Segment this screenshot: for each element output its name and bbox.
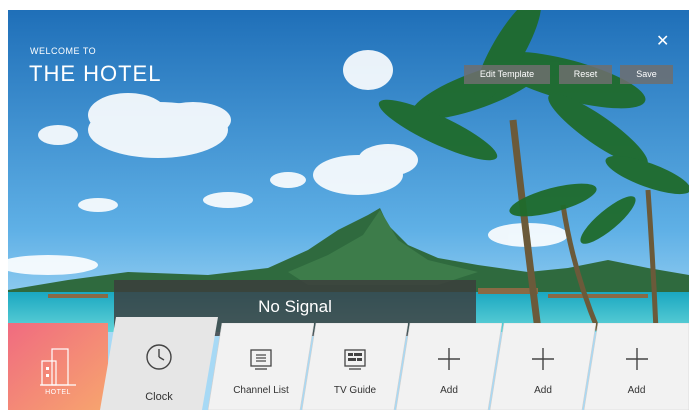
app-tile-channel-list[interactable]: Channel List xyxy=(208,323,314,410)
app-tile-add-2[interactable]: Add xyxy=(490,323,596,410)
app-tile-add-3[interactable]: Add xyxy=(584,323,689,410)
close-icon[interactable]: ✕ xyxy=(656,34,669,50)
app-tile-tv-guide[interactable]: TV Guide xyxy=(302,323,408,410)
launcher-screen: WELCOME TO THE HOTEL Edit Template Reset… xyxy=(8,10,689,410)
app-tile-label: Channel List xyxy=(233,385,289,396)
clock-icon xyxy=(146,344,172,370)
hotel-name: THE HOTEL xyxy=(29,61,162,86)
plus-icon xyxy=(625,348,648,370)
save-button[interactable]: Save xyxy=(620,65,673,84)
app-tile-label: Add xyxy=(627,385,646,396)
app-launcher-bar: HOTEL Clock Channel List TV Guide Add Ad… xyxy=(8,317,689,410)
reset-button[interactable]: Reset xyxy=(559,65,612,84)
plus-icon xyxy=(532,348,554,370)
channel-list-icon xyxy=(250,349,272,370)
app-tile-label: Add xyxy=(534,385,552,396)
tv-guide-icon xyxy=(344,349,366,370)
welcome-text: WELCOME TO xyxy=(30,46,97,56)
hotel-tile[interactable]: HOTEL xyxy=(8,323,108,410)
hotel-building-icon xyxy=(40,348,76,386)
no-signal-title: No Signal xyxy=(258,297,332,316)
edit-template-button[interactable]: Edit Template xyxy=(464,65,550,84)
hotel-tile-label: HOTEL xyxy=(45,389,71,396)
app-tile-add-1[interactable]: Add xyxy=(396,323,502,410)
plus-icon xyxy=(438,348,460,370)
app-tile-label: Clock xyxy=(145,391,173,403)
app-tile-clock[interactable]: Clock xyxy=(100,317,218,410)
app-tile-label: TV Guide xyxy=(333,385,377,396)
app-tile-label: Add xyxy=(440,385,458,396)
